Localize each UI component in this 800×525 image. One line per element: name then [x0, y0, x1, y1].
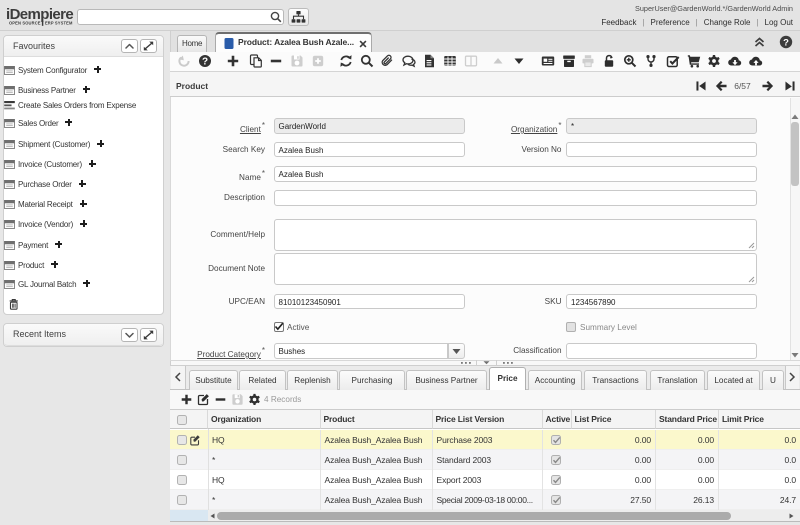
svg-text:?: ? [202, 57, 208, 68]
svg-text:?: ? [783, 37, 789, 48]
